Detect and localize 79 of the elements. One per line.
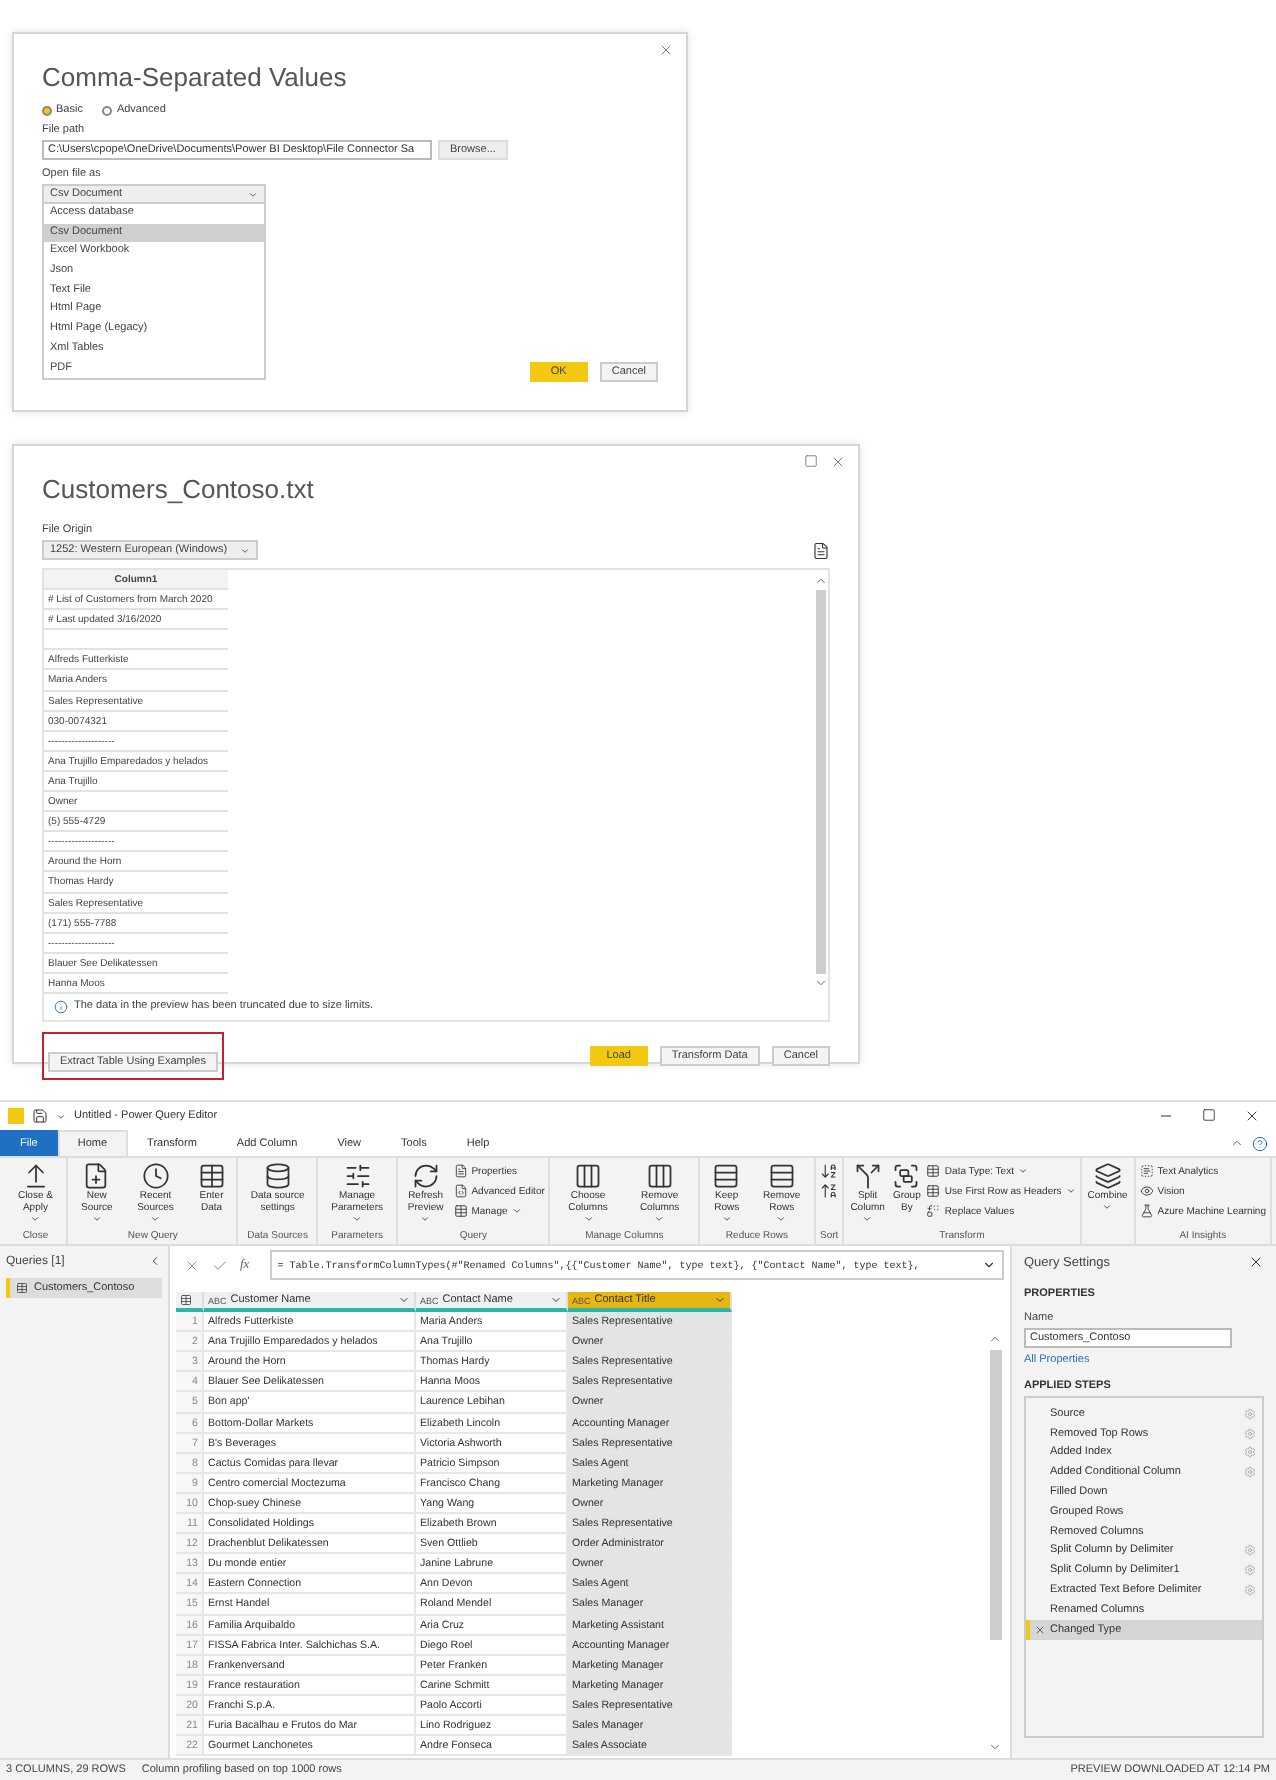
file-icon (812, 541, 830, 559)
apply-icon (21, 1162, 50, 1190)
remove-rows-icon (767, 1162, 796, 1190)
dialog-title: Customers_Contoso.txt (42, 474, 316, 504)
caret-icon (1017, 1166, 1028, 1176)
help-icon (1252, 1135, 1268, 1151)
caret-icon (352, 1214, 363, 1224)
table-icon (926, 1184, 941, 1198)
scrollbar-thumb[interactable] (815, 590, 825, 974)
check-icon (212, 1257, 228, 1273)
gear-icon (1244, 1446, 1256, 1459)
editor-icon (453, 1184, 468, 1198)
sort-descending-icon[interactable] (820, 1182, 839, 1200)
sort-ascending-icon[interactable] (820, 1162, 839, 1180)
close-icon (830, 454, 846, 470)
caret-icon (654, 1214, 665, 1224)
data-source-icon (263, 1162, 292, 1190)
caret-icon (1065, 1186, 1076, 1196)
caret-icon (583, 1214, 594, 1224)
scroll-up-icon (813, 574, 827, 588)
columns-icon (574, 1162, 603, 1190)
info-icon (54, 999, 68, 1014)
caret-icon (511, 1206, 522, 1216)
flask-icon (1139, 1204, 1154, 1218)
caret-icon (56, 1111, 66, 1121)
close-icon (1244, 1108, 1260, 1124)
caret-icon (240, 545, 250, 555)
scroll-down-icon (813, 975, 827, 990)
table-menu[interactable] (176, 1292, 204, 1313)
gear-icon (1244, 1544, 1256, 1557)
caret-icon (150, 1214, 161, 1224)
new-source-icon (82, 1162, 111, 1190)
remove-columns-icon (645, 1162, 674, 1190)
group-icon (892, 1162, 921, 1190)
maximize-icon (804, 454, 818, 468)
collapse-icon (1230, 1136, 1244, 1150)
app-logo-icon (8, 1108, 24, 1124)
caret-icon (721, 1214, 732, 1224)
save-icon (32, 1108, 48, 1124)
table-icon (180, 1294, 192, 1307)
caret-icon (420, 1214, 431, 1224)
filter-icon[interactable] (398, 1294, 410, 1307)
collapse-icon (148, 1254, 162, 1268)
properties-icon (453, 1164, 468, 1178)
gear-icon (1244, 1564, 1256, 1577)
gear-icon (1244, 1427, 1256, 1440)
text-icon (1139, 1164, 1154, 1178)
close-icon (1248, 1254, 1264, 1270)
scroll-up-icon (988, 1332, 1002, 1346)
table-icon (197, 1162, 226, 1190)
table-icon (453, 1204, 468, 1218)
filter-icon[interactable] (714, 1294, 726, 1307)
delete-icon (1034, 1623, 1046, 1636)
gear-icon (1244, 1584, 1256, 1597)
scrollbar-thumb[interactable] (989, 1350, 1001, 1640)
caret-icon (776, 1214, 787, 1224)
table-icon (926, 1164, 941, 1178)
maximize-icon (1202, 1108, 1216, 1122)
parameters-icon (343, 1162, 372, 1190)
split-icon (853, 1162, 882, 1190)
caret-icon (1102, 1202, 1113, 1212)
caret-icon (862, 1214, 873, 1224)
eye-icon (1139, 1184, 1154, 1198)
dialog-title: Comma-Separated Values (42, 62, 349, 92)
refresh-icon (411, 1162, 440, 1190)
scroll-down-icon (988, 1740, 1002, 1754)
caret-icon (91, 1214, 102, 1224)
expand-icon[interactable] (982, 1258, 996, 1272)
gear-icon (1244, 1466, 1256, 1479)
close-icon (658, 42, 674, 58)
table-icon (16, 1282, 28, 1294)
cancel-icon (184, 1257, 200, 1273)
caret-icon (248, 189, 258, 199)
rows-icon (712, 1162, 741, 1190)
recent-sources-icon (141, 1162, 170, 1190)
caret-icon (30, 1214, 41, 1224)
combine-icon (1093, 1162, 1122, 1190)
filter-icon[interactable] (550, 1294, 562, 1307)
gear-icon (1244, 1407, 1256, 1420)
